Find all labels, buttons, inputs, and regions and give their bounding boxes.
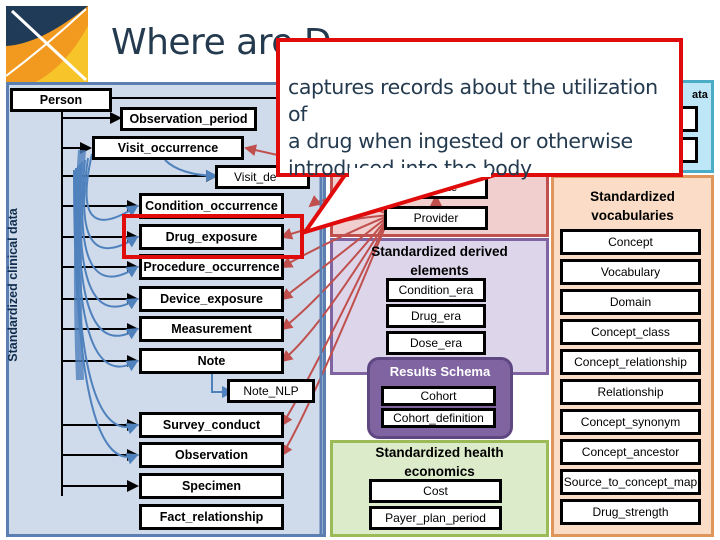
callout-pointer-mask [349, 168, 491, 177]
